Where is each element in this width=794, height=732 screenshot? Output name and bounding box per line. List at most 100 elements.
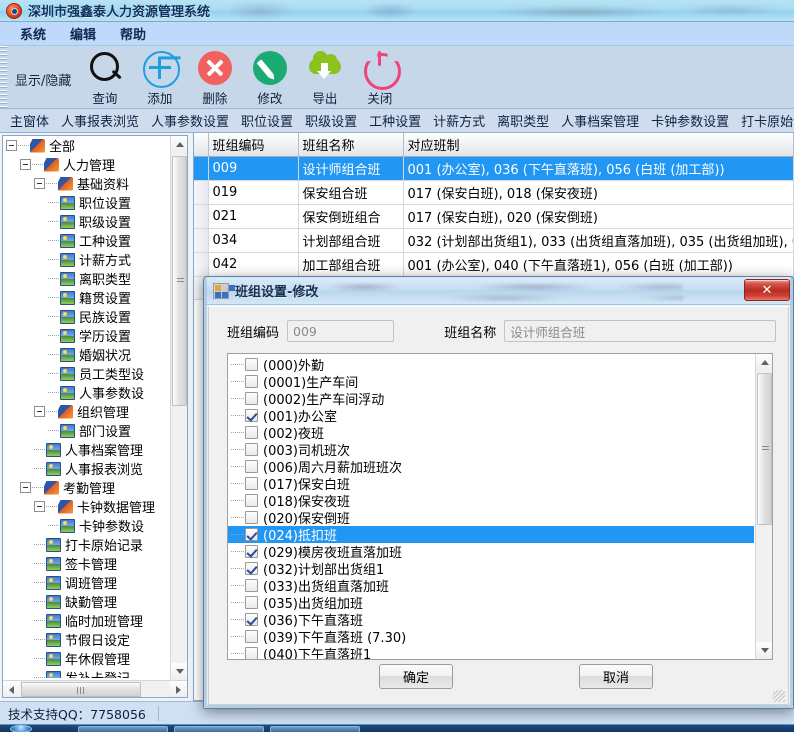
tree-node-15[interactable]: 部门设置 [3,421,171,440]
tree-expander-icon[interactable] [20,482,31,493]
shift-checkbox[interactable] [245,613,258,626]
tree-node-16[interactable]: 人事档案管理 [3,440,171,459]
group-code-input[interactable]: 009 [287,320,394,342]
table-row[interactable]: 021保安倒班组合017 (保安白班), 020 (保安倒班) [194,205,794,229]
tree-scroll-right-icon[interactable] [170,681,187,698]
shift-checkbox[interactable] [245,426,258,439]
tree-hscroll-thumb[interactable] [21,682,141,697]
shift-checkbox[interactable] [245,375,258,388]
tree-node-11[interactable]: 婚姻状况 [3,345,171,364]
tree-expander-icon[interactable] [20,159,31,170]
column-header-shifts[interactable]: 对应班制 [403,133,794,157]
tree-node-2[interactable]: 基础资料 [3,174,171,193]
table-row[interactable]: 042加工部组合班001 (办公室), 040 (下午直落班1), 056 (白… [194,253,794,277]
shift-list-item-0[interactable]: (000)外勤 [228,356,754,373]
shift-list-item-11[interactable]: (029)模房夜班直落加班 [228,543,754,560]
shift-list-item-17[interactable]: (040)下午直落班1 [228,645,754,659]
column-header-name[interactable]: 班组名称 [298,133,403,157]
shift-checkbox[interactable] [245,358,258,371]
shift-checkbox[interactable] [245,528,258,541]
tree-scroll-down-icon[interactable] [171,663,188,680]
tree-node-22[interactable]: 签卡管理 [3,554,171,573]
dialog-resize-grip[interactable] [773,690,785,702]
tree-expander-icon[interactable] [34,406,45,417]
tree-node-6[interactable]: 计薪方式 [3,250,171,269]
tree-node-26[interactable]: 节假日设定 [3,630,171,649]
shift-list-item-1[interactable]: (0001)生产车间 [228,373,754,390]
tree-node-8[interactable]: 籍贯设置 [3,288,171,307]
menu-item-edit[interactable]: 编辑 [58,21,108,46]
taskbar-button[interactable] [270,726,360,732]
tree-node-25[interactable]: 临时加班管理 [3,611,171,630]
shift-list-item-4[interactable]: (002)夜班 [228,424,754,441]
shift-list-item-13[interactable]: (033)出货组直落加班 [228,577,754,594]
tree-node-10[interactable]: 学历设置 [3,326,171,345]
tree-node-4[interactable]: 职级设置 [3,212,171,231]
tree-node-21[interactable]: 打卡原始记录 [3,535,171,554]
ok-button[interactable]: 确定 [379,664,453,689]
tree-node-12[interactable]: 员工类型设 [3,364,171,383]
shift-checkbox[interactable] [245,392,258,405]
shift-list-item-14[interactable]: (035)出货组加班 [228,594,754,611]
shift-checkbox[interactable] [245,647,258,659]
tab-9[interactable]: 卡钟参数设置 [645,109,735,133]
shift-list-item-10[interactable]: (024)抵扣班 [228,526,754,543]
tab-8[interactable]: 人事档案管理 [555,109,645,133]
export-button[interactable]: 导出 [297,48,352,108]
tree-expander-icon[interactable] [34,178,45,189]
shift-checkbox[interactable] [245,477,258,490]
tree-node-24[interactable]: 缺勤管理 [3,592,171,611]
shift-list-item-5[interactable]: (003)司机班次 [228,441,754,458]
taskbar-button[interactable] [174,726,264,732]
shift-list-item-2[interactable]: (0002)生产车间浮动 [228,390,754,407]
tab-10[interactable]: 打卡原始记录 [735,109,794,133]
tab-3[interactable]: 职位设置 [235,109,299,133]
shift-checkbox[interactable] [245,630,258,643]
shift-list-item-12[interactable]: (032)计划部出货组1 [228,560,754,577]
tab-6[interactable]: 计薪方式 [427,109,491,133]
menu-item-help[interactable]: 帮助 [108,21,158,46]
modify-button[interactable]: 修改 [242,48,297,108]
shift-checkbox[interactable] [245,596,258,609]
menu-item-system[interactable]: 系统 [8,21,58,46]
toolbar-grip[interactable] [0,46,7,109]
dialog-close-button[interactable]: ✕ [744,279,790,301]
tree-node-28[interactable]: 发补卡登记 [3,668,171,678]
shift-list-scrollbar[interactable] [755,354,772,659]
taskbar-button[interactable] [78,726,168,732]
shift-list-scroll-up-icon[interactable] [756,354,773,371]
toolbar-toggle-label[interactable]: 显示/隐藏 [15,70,71,89]
tree-node-17[interactable]: 人事报表浏览 [3,459,171,478]
tree-node-5[interactable]: 工种设置 [3,231,171,250]
tree-horizontal-scrollbar[interactable] [3,680,187,697]
tree-vertical-scrollbar[interactable] [170,136,187,680]
tree-expander-icon[interactable] [34,501,45,512]
tree-node-0[interactable]: 全部 [3,136,171,155]
tree-node-23[interactable]: 调班管理 [3,573,171,592]
tree-node-14[interactable]: 组织管理 [3,402,171,421]
row-selector-cell[interactable] [194,205,208,229]
shift-list-item-15[interactable]: (036)下午直落班 [228,611,754,628]
shift-checkbox[interactable] [245,562,258,575]
shift-checkbox[interactable] [245,511,258,524]
row-selector-cell[interactable] [194,181,208,205]
row-selector-cell[interactable] [194,229,208,253]
shift-list-item-3[interactable]: (001)办公室 [228,407,754,424]
tab-4[interactable]: 职级设置 [299,109,363,133]
shift-checkbox[interactable] [245,409,258,422]
shift-checkbox[interactable] [245,545,258,558]
tab-1[interactable]: 人事报表浏览 [55,109,145,133]
tree-scroll-thumb[interactable] [172,156,187,406]
cancel-button[interactable]: 取消 [579,664,653,689]
row-selector-cell[interactable] [194,253,208,277]
shift-checkbox[interactable] [245,460,258,473]
tree-node-9[interactable]: 民族设置 [3,307,171,326]
tree-node-3[interactable]: 职位设置 [3,193,171,212]
tree-expander-icon[interactable] [6,140,17,151]
group-name-input[interactable]: 设计师组合班 [504,320,776,342]
tree-node-19[interactable]: 卡钟数据管理 [3,497,171,516]
shift-list-scroll-thumb[interactable] [757,373,772,525]
shift-checkbox[interactable] [245,494,258,507]
tab-0[interactable]: 主窗体 [4,109,55,133]
row-selector-cell[interactable] [194,157,208,181]
